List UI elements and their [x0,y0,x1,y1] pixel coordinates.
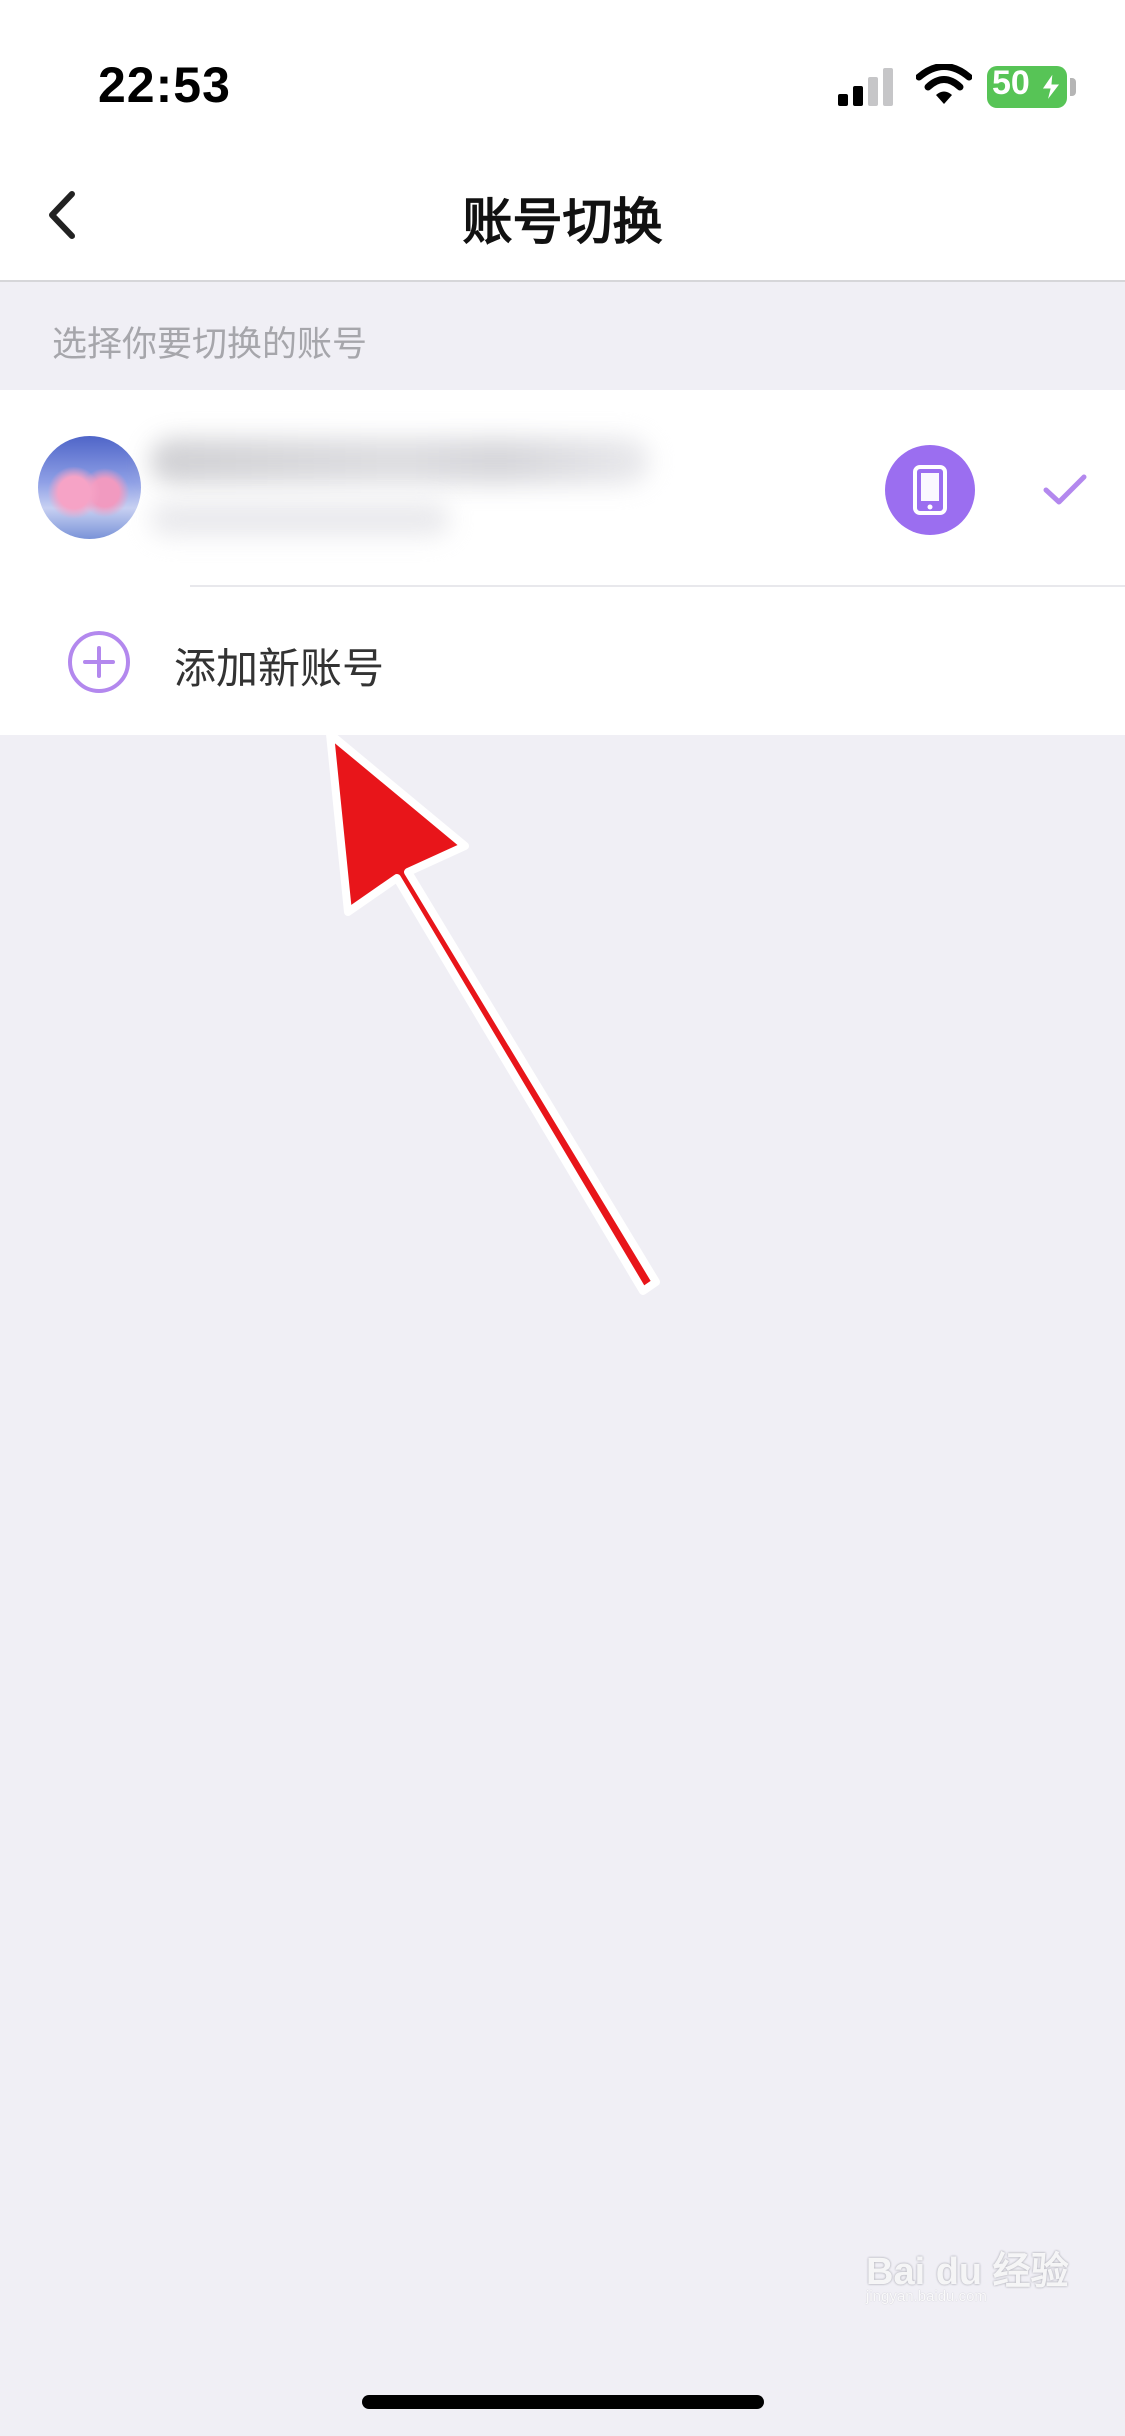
annotation-arrow [326,730,660,1295]
status-time: 22:53 [98,57,231,113]
status-bar: 22:53 50 [0,0,1125,150]
account-id-redacted [150,502,450,536]
add-account-label: 添加新账号 [174,644,385,693]
battery-level: 50 [992,64,1030,102]
device-login-badge[interactable] [885,445,975,535]
check-icon [1043,474,1087,505]
watermark-url: jingyan.baidu.com [866,2288,987,2305]
section-hint: 选择你要切换的账号 [52,325,368,365]
navigation-bar: 账号切换 [0,150,1125,282]
avatar [38,436,141,539]
add-account-button[interactable]: 添加新账号 [0,587,1125,735]
wifi-icon [916,64,972,104]
account-list: 添加新账号 [0,390,1125,735]
home-indicator[interactable] [362,2395,764,2409]
signal-icon [838,68,893,106]
battery-cap [1070,78,1076,96]
account-row-current[interactable] [0,390,1125,585]
watermark-brand: Bai du 经验 [866,2251,1069,2293]
plus-circle-icon [68,631,130,693]
page-title: 账号切换 [462,193,663,251]
phone-icon [913,465,947,515]
account-name-redacted [150,438,650,484]
bolt-icon [1041,73,1062,101]
